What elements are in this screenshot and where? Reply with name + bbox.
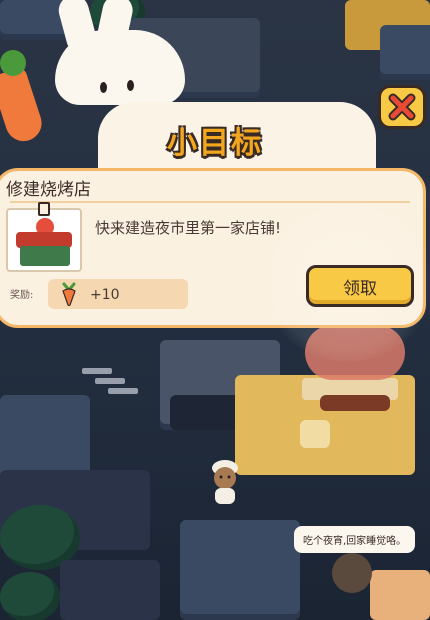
divider bbox=[10, 201, 410, 203]
crosswalk-stripe bbox=[108, 388, 138, 394]
thumbnail-tag-icon bbox=[38, 202, 50, 216]
bbq-grill bbox=[320, 395, 390, 411]
tree bbox=[0, 572, 60, 620]
task-name: 修建烧烤店 bbox=[6, 180, 91, 200]
crosswalk-stripe bbox=[95, 378, 125, 384]
task-description: 快来建造夜市里第一家店铺! bbox=[95, 219, 282, 237]
bbq-shop-thumbnail bbox=[6, 208, 82, 272]
bbq-shop-window bbox=[300, 420, 330, 448]
stall-bottom-right bbox=[370, 570, 430, 620]
building-center-front bbox=[170, 395, 240, 430]
close-button[interactable] bbox=[378, 85, 426, 129]
panel-title: 小目标 bbox=[167, 126, 263, 161]
building-bottom-left bbox=[60, 560, 160, 620]
claim-button[interactable]: 领取 bbox=[306, 265, 414, 307]
building-bottom-center bbox=[180, 520, 300, 620]
close-x-icon bbox=[388, 93, 416, 121]
speech-bubble: 吃个夜宵,回家睡觉咯。 bbox=[294, 526, 416, 553]
carrot-icon bbox=[62, 282, 76, 306]
crosswalk-stripe bbox=[82, 368, 112, 374]
reward-amount: +10 bbox=[90, 287, 120, 303]
bear-chef-character bbox=[212, 460, 238, 504]
reward-label: 奖励: bbox=[10, 290, 34, 301]
villager-character bbox=[332, 553, 372, 593]
building-top-right bbox=[380, 25, 430, 80]
bbq-shop-mascot bbox=[305, 325, 405, 380]
